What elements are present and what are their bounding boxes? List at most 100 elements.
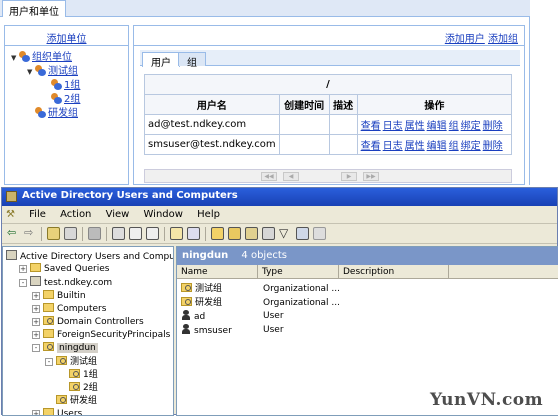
add-to-group-icon[interactable] [262, 227, 275, 240]
expand-icon[interactable]: + [32, 291, 40, 300]
tree-item-label[interactable]: 组织单位 [32, 52, 72, 63]
tree-item-group-1[interactable]: 1组 [51, 79, 80, 93]
forward-icon[interactable]: ⇨ [24, 227, 37, 240]
prev-page-icon[interactable]: ◀ [283, 172, 299, 181]
expand-arrow-icon[interactable]: ▼ [11, 51, 19, 65]
tree-item-org-unit[interactable]: ▼ 组织单位 [11, 51, 72, 65]
menu-action[interactable]: Action [60, 209, 91, 220]
view-link[interactable]: 查看 [361, 141, 381, 152]
find-icon[interactable] [296, 227, 309, 240]
filter-icon[interactable]: ▽ [279, 227, 292, 240]
last-page-icon[interactable]: ▶▶ [363, 172, 379, 181]
group-link[interactable]: 组 [449, 121, 459, 132]
menu-file[interactable]: File [29, 209, 46, 220]
domain-icon [30, 276, 41, 287]
tree-node[interactable]: 2组 [58, 382, 98, 395]
list-item[interactable]: 测试组 [181, 283, 222, 296]
list-item[interactable]: 研发组 [181, 296, 222, 310]
menu-window[interactable]: Window [144, 209, 183, 220]
table-path: / [144, 74, 512, 95]
collapse-icon[interactable]: - [19, 279, 27, 288]
edit-link[interactable]: 编辑 [427, 121, 447, 132]
add-group-link[interactable]: 添加组 [488, 34, 518, 45]
aduc-window: Active Directory Users and Computers ⚒ F… [1, 187, 558, 416]
add-unit-link[interactable]: 添加单位 [47, 34, 87, 45]
up-folder-icon[interactable] [47, 227, 60, 240]
web-tab-bar: 用户和单位 [0, 0, 530, 18]
help-icon[interactable] [170, 227, 183, 240]
collapse-icon[interactable]: - [32, 344, 40, 353]
properties-icon[interactable] [112, 227, 125, 240]
tab-users[interactable]: 用户 [142, 52, 180, 69]
tree-node[interactable]: + Saved Queries [19, 263, 109, 276]
export-list-icon[interactable] [146, 227, 159, 240]
tree-item-label[interactable]: 测试组 [48, 66, 78, 77]
column-name[interactable]: Name [177, 265, 258, 279]
tree-node[interactable]: Active Directory Users and Computer [6, 250, 173, 263]
tree-node[interactable]: 研发组 [45, 395, 97, 408]
new-ou-icon[interactable] [245, 227, 258, 240]
tree-node[interactable]: 1组 [58, 368, 98, 382]
console-icon[interactable] [187, 227, 200, 240]
group-link[interactable]: 组 [449, 141, 459, 152]
list-item-name: ad [194, 312, 206, 323]
ou-icon [56, 395, 67, 405]
delegate-icon[interactable] [313, 227, 326, 240]
delete-icon[interactable] [88, 227, 101, 240]
tree-node-label: ForeignSecurityPrincipals [57, 330, 171, 341]
expand-icon[interactable]: + [32, 331, 40, 340]
delete-link[interactable]: 删除 [483, 141, 503, 152]
tree-item-rd-group[interactable]: 研发组 [35, 107, 78, 121]
tree-item-label[interactable]: 研发组 [48, 108, 78, 119]
menu-help[interactable]: Help [197, 209, 220, 220]
tree-node[interactable]: + ForeignSecurityPrincipals [32, 329, 170, 342]
back-icon[interactable]: ⇦ [7, 227, 20, 240]
add-user-link[interactable]: 添加用户 [445, 34, 485, 45]
tree-item-label[interactable]: 2组 [64, 94, 80, 105]
tree-node[interactable]: - test.ndkey.com [19, 276, 112, 289]
show-hide-tree-icon[interactable] [64, 227, 77, 240]
log-link[interactable]: 日志 [383, 141, 403, 152]
tree-item-group-2[interactable]: 2组 [51, 93, 80, 107]
tree-node-label: 2组 [83, 383, 98, 393]
menu-view[interactable]: View [106, 209, 130, 220]
expand-icon[interactable]: + [19, 265, 27, 274]
tree-node[interactable]: - 测试组 [45, 355, 97, 369]
log-link[interactable]: 日志 [383, 121, 403, 132]
delete-link[interactable]: 删除 [483, 121, 503, 132]
expand-icon[interactable]: + [32, 304, 40, 313]
expand-icon[interactable]: + [32, 318, 40, 326]
tab-groups[interactable]: 组 [178, 52, 206, 69]
tree-item-label[interactable]: 1组 [64, 80, 80, 91]
edit-link[interactable]: 编辑 [427, 141, 447, 152]
column-description[interactable]: Description [339, 265, 449, 279]
tab-users-and-units[interactable]: 用户和单位 [2, 0, 66, 18]
username-cell: ad@test.ndkey.com [144, 114, 280, 135]
bind-link[interactable]: 绑定 [461, 121, 481, 132]
bind-link[interactable]: 绑定 [461, 141, 481, 152]
first-page-icon[interactable]: ◀◀ [261, 172, 277, 181]
folder-icon [43, 289, 54, 299]
view-link[interactable]: 查看 [361, 121, 381, 132]
list-item-name: smsuser [194, 325, 232, 336]
column-header: 创建时间 [278, 94, 330, 115]
tree-node[interactable]: + Computers [32, 302, 106, 316]
refresh-icon[interactable] [129, 227, 142, 240]
properties-link[interactable]: 属性 [405, 121, 425, 132]
expand-icon[interactable]: + [32, 410, 40, 415]
user-table: / 用户名 创建时间 描述 操作 ad@test.ndkey.com 查看 日志属… [144, 74, 513, 155]
tree-node[interactable]: - ningdun [32, 342, 98, 355]
new-group-icon[interactable] [228, 227, 241, 240]
tree-item-test-group[interactable]: ▼ 测试组 [27, 65, 78, 79]
expand-arrow-icon[interactable]: ▼ [27, 65, 35, 79]
list-item[interactable]: ad [181, 310, 205, 323]
new-user-icon[interactable] [211, 227, 224, 240]
collapse-icon[interactable]: - [45, 357, 53, 366]
tree-node[interactable]: + Builtin [32, 289, 86, 303]
tree-node[interactable]: + Domain Controllers [32, 316, 144, 329]
web-admin-panel: 用户和单位 添加单位 ▼ 组织单位 ▼ 测试组 1组 2组 研发组 添加用户 添… [0, 0, 558, 185]
next-page-icon[interactable]: ▶ [341, 172, 357, 181]
list-item[interactable]: smsuser [181, 323, 232, 337]
column-type[interactable]: Type [258, 265, 339, 279]
properties-link[interactable]: 属性 [405, 141, 425, 152]
